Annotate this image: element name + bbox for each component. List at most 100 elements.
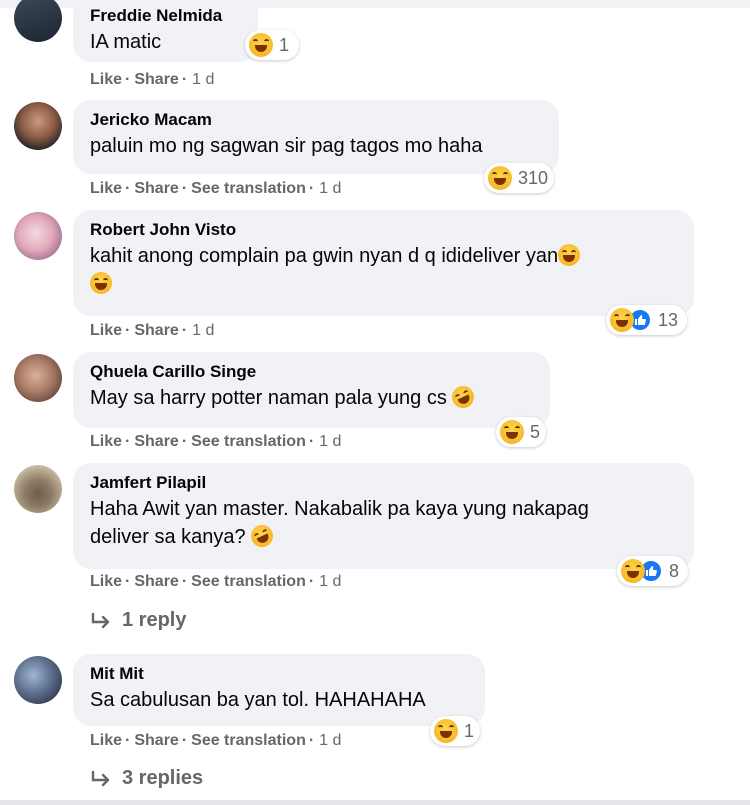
see-translation-link[interactable]: See translation	[191, 180, 306, 197]
haha-reaction-icon	[610, 308, 634, 332]
separator: ·	[125, 573, 131, 590]
like-link[interactable]: Like	[90, 732, 122, 749]
separator: ·	[181, 322, 188, 339]
reaction-count: 310	[517, 167, 548, 188]
comment-actions: Like · Share · See translation · 1 d	[90, 179, 341, 199]
reaction-count: 13	[658, 309, 679, 330]
separator: ·	[125, 322, 131, 339]
see-translation-link[interactable]: See translation	[191, 732, 306, 749]
comment-text-line2: deliver sa kanya?	[90, 526, 246, 548]
timestamp-link[interactable]: 1 d	[319, 573, 341, 590]
haha-emoji-icon	[558, 244, 581, 266]
avatar[interactable]	[14, 354, 62, 402]
like-link[interactable]: Like	[90, 71, 122, 88]
separator: ·	[308, 433, 315, 450]
view-replies-button[interactable]: 3 replies	[90, 767, 203, 790]
reaction-count: 5	[529, 421, 540, 442]
share-link[interactable]: Share	[134, 180, 178, 197]
reply-arrow-icon	[90, 770, 112, 788]
reaction-summary[interactable]: 1	[430, 716, 480, 746]
replies-count-label: 1 reply	[122, 609, 187, 631]
avatar[interactable]	[14, 656, 62, 704]
rofl-emoji-icon	[448, 382, 479, 412]
comment-text: May sa harry potter naman pala yung cs	[90, 382, 534, 412]
comment-author[interactable]: Jamfert Pilapil	[90, 473, 678, 493]
see-translation-link[interactable]: See translation	[191, 433, 306, 450]
timestamp-link[interactable]: 1 d	[319, 732, 341, 749]
reaction-summary[interactable]: 5	[496, 417, 546, 447]
avatar[interactable]	[14, 102, 62, 150]
reaction-summary[interactable]: 1	[245, 30, 299, 60]
separator: ·	[125, 433, 131, 450]
like-link[interactable]: Like	[90, 573, 122, 590]
comment-text: Haha Awit yan master. Nakabalik pa kaya …	[90, 495, 678, 551]
haha-reaction-icon	[488, 166, 512, 190]
comment-author[interactable]: Qhuela Carillo Singe	[90, 362, 534, 382]
timestamp-link[interactable]: 1 d	[192, 71, 214, 88]
reaction-summary[interactable]: 310	[484, 163, 554, 193]
reaction-summary[interactable]: 8	[617, 556, 688, 586]
comment-actions: Like · Share · See translation · 1 d	[90, 432, 341, 452]
avatar[interactable]	[14, 0, 62, 42]
comment-bubble: Mit Mit Sa cabulusan ba yan tol. HAHAHAH…	[73, 654, 485, 726]
comment-text-content: kahit anong complain pa gwin nyan d q id…	[90, 245, 559, 267]
separator: ·	[125, 732, 131, 749]
separator: ·	[125, 180, 131, 197]
reaction-count: 8	[669, 560, 680, 581]
comment-text-line1: Haha Awit yan master. Nakabalik pa kaya …	[90, 498, 589, 520]
share-link[interactable]: Share	[134, 433, 178, 450]
comment-text: IA matic	[90, 31, 162, 53]
share-link[interactable]: Share	[134, 573, 178, 590]
reaction-count: 1	[463, 720, 474, 741]
comment-text: paluin mo ng sagwan sir pag tagos mo hah…	[90, 135, 483, 157]
comment-text: Sa cabulusan ba yan tol. HAHAHAHA	[90, 689, 426, 711]
separator: ·	[125, 71, 131, 88]
avatar[interactable]	[14, 465, 62, 513]
comment-text-content: May sa harry potter naman pala yung cs	[90, 387, 447, 409]
like-link[interactable]: Like	[90, 433, 122, 450]
haha-reaction-icon	[249, 33, 273, 57]
comment-author[interactable]: Robert John Visto	[90, 220, 678, 240]
haha-reaction-icon	[434, 719, 458, 743]
avatar[interactable]	[14, 212, 62, 260]
comment-text: kahit anong complain pa gwin nyan d q id…	[90, 242, 678, 298]
reply-arrow-icon	[90, 612, 112, 630]
comment-bubble: Freddie Nelmida IA matic	[73, 0, 258, 62]
separator: ·	[308, 180, 315, 197]
share-link[interactable]: Share	[134, 732, 178, 749]
separator: ·	[308, 732, 315, 749]
bottom-edge	[0, 800, 750, 805]
comment-author[interactable]: Mit Mit	[90, 664, 469, 684]
separator: ·	[181, 573, 188, 590]
like-link[interactable]: Like	[90, 322, 122, 339]
separator: ·	[181, 732, 188, 749]
comment-author[interactable]: Freddie Nelmida	[90, 6, 242, 26]
haha-emoji-icon	[90, 272, 112, 294]
comment-actions: Like · Share · 1 d	[90, 321, 214, 341]
rofl-emoji-icon	[247, 521, 277, 551]
separator: ·	[181, 71, 188, 88]
comment-actions: Like · Share · See translation · 1 d	[90, 572, 341, 592]
comment-bubble: Jamfert Pilapil Haha Awit yan master. Na…	[73, 463, 694, 569]
comment-actions: Like · Share · 1 d	[90, 70, 214, 90]
separator: ·	[181, 433, 188, 450]
comment-bubble: Qhuela Carillo Singe May sa harry potter…	[73, 352, 550, 428]
see-translation-link[interactable]: See translation	[191, 573, 306, 590]
haha-reaction-icon	[500, 420, 524, 444]
comment-author[interactable]: Jericko Macam	[90, 110, 543, 130]
timestamp-link[interactable]: 1 d	[319, 180, 341, 197]
reaction-summary[interactable]: 13	[606, 305, 687, 335]
timestamp-link[interactable]: 1 d	[192, 322, 214, 339]
timestamp-link[interactable]: 1 d	[319, 433, 341, 450]
comment-bubble: Jericko Macam paluin mo ng sagwan sir pa…	[73, 100, 559, 174]
separator: ·	[181, 180, 188, 197]
separator: ·	[308, 573, 315, 590]
share-link[interactable]: Share	[134, 71, 178, 88]
replies-count-label: 3 replies	[122, 767, 204, 789]
view-replies-button[interactable]: 1 reply	[90, 609, 186, 632]
share-link[interactable]: Share	[134, 322, 178, 339]
comment-actions: Like · Share · See translation · 1 d	[90, 731, 341, 751]
haha-reaction-icon	[621, 559, 645, 583]
reaction-count: 1	[279, 34, 290, 55]
like-link[interactable]: Like	[90, 180, 122, 197]
